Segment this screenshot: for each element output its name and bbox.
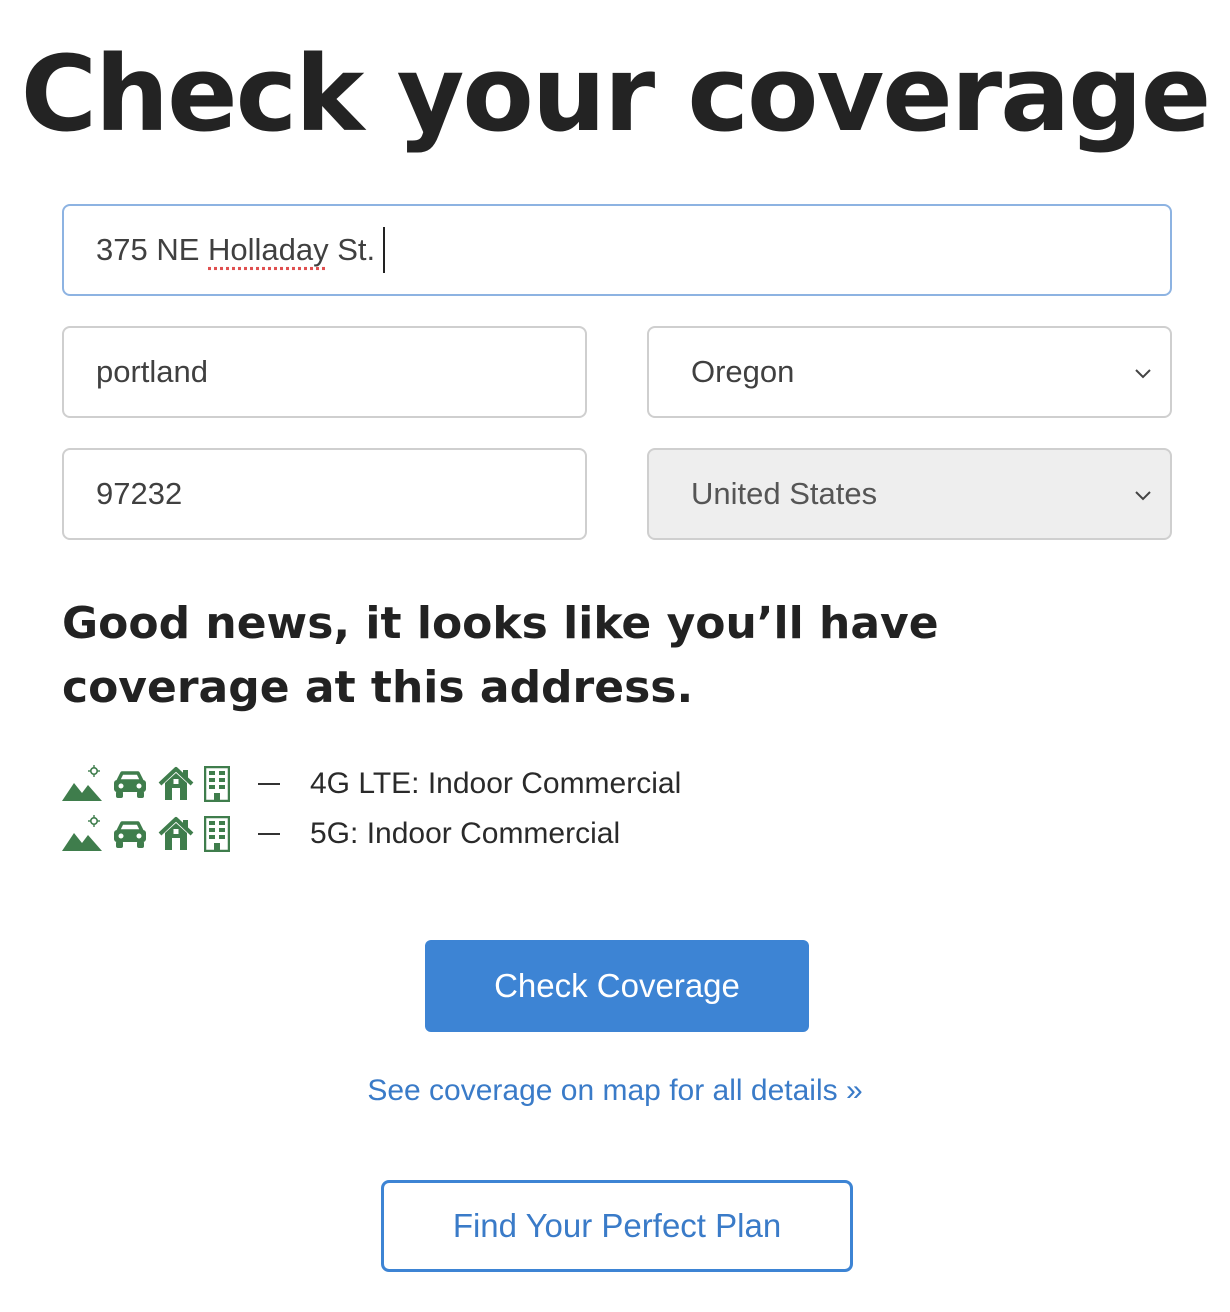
state-select[interactable]: Oregon (647, 326, 1172, 418)
city-value: portland (96, 354, 209, 389)
check-coverage-button[interactable]: Check Coverage (425, 940, 809, 1032)
zip-input[interactable]: 97232 (62, 448, 587, 540)
house-icon (158, 767, 194, 800)
building-icon (204, 816, 230, 852)
coverage-icons (62, 815, 230, 853)
page-title: Check your coverage (20, 33, 1212, 155)
coverage-label: 5G: Indoor Commercial (310, 817, 621, 850)
find-plan-button[interactable]: Find Your Perfect Plan (381, 1180, 853, 1272)
separator-dash (258, 833, 280, 835)
landscape-pin-icon (62, 815, 102, 851)
chevron-down-icon (1135, 491, 1151, 501)
address-value-part: 375 NE (96, 232, 209, 267)
separator-dash (258, 783, 280, 785)
city-input[interactable]: portland (62, 326, 587, 418)
chevron-down-icon (1135, 369, 1151, 379)
zip-value: 97232 (96, 476, 183, 511)
coverage-icons (62, 765, 230, 803)
coverage-result-message: Good news, it looks like you’ll have cov… (62, 598, 939, 713)
coverage-row-4g: 4G LTE: Indoor Commercial (62, 764, 681, 804)
house-icon (158, 817, 194, 850)
address-input[interactable]: 375 NE Holladay St. (62, 204, 1172, 296)
country-value: United States (691, 476, 878, 511)
car-icon (114, 771, 146, 798)
coverage-label: 4G LTE: Indoor Commercial (310, 767, 682, 800)
building-icon (204, 766, 230, 802)
address-value-misspelled: Holladay (208, 232, 329, 267)
state-value: Oregon (691, 354, 795, 389)
landscape-pin-icon (62, 765, 102, 801)
see-coverage-map-link[interactable]: See coverage on map for all details » (0, 1074, 1230, 1108)
country-select[interactable]: United States (647, 448, 1172, 540)
text-caret (383, 227, 386, 273)
address-value-part: St. (328, 232, 376, 267)
coverage-row-5g: 5G: Indoor Commercial (62, 814, 620, 854)
car-icon (114, 821, 146, 848)
